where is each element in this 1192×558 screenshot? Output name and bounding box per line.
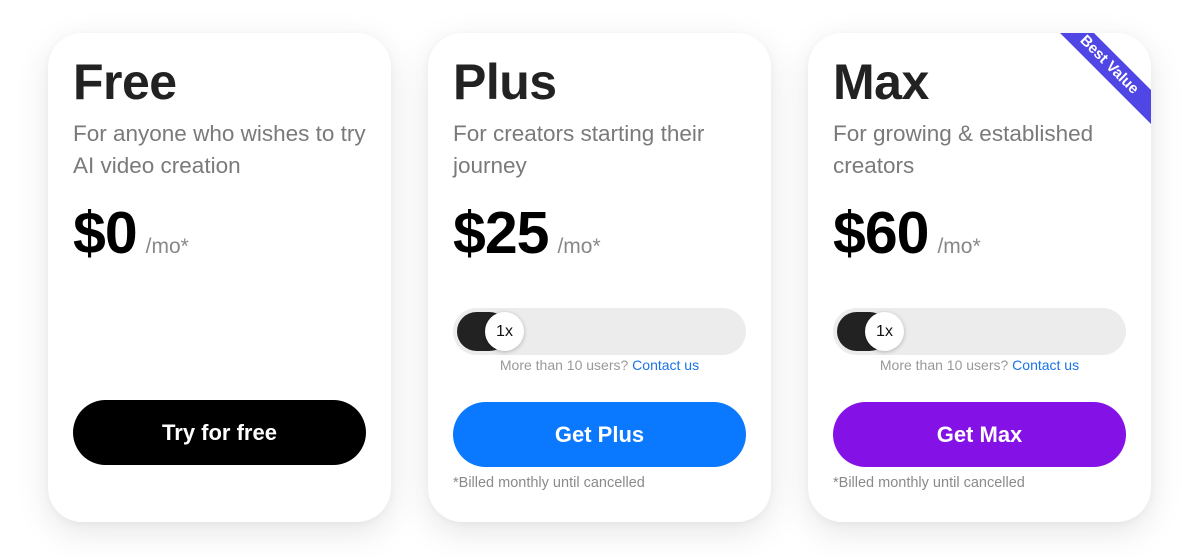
plan-price: $60 (833, 200, 929, 266)
contact-line: More than 10 users? Contact us (453, 357, 746, 373)
slider-handle[interactable]: 1x (865, 312, 904, 351)
contact-us-link[interactable]: Contact us (1012, 357, 1079, 373)
plan-card-max: Best Value Max For growing & established… (808, 33, 1151, 522)
price-row: $25 /mo* (453, 199, 601, 267)
seats-slider[interactable]: 1x (833, 308, 1126, 355)
plan-price: $0 (73, 200, 138, 266)
plan-title: Plus (453, 54, 557, 110)
price-row: $0 /mo* (73, 199, 189, 267)
get-max-button[interactable]: Get Max (833, 402, 1126, 467)
plan-card-plus: Plus For creators starting their journey… (428, 33, 771, 522)
plan-title: Max (833, 54, 929, 110)
contact-prefix: More than 10 users? (499, 357, 629, 373)
price-period: /mo* (557, 235, 601, 258)
billing-note: *Billed monthly until cancelled (453, 475, 645, 491)
plan-price: $25 (453, 200, 549, 266)
plan-description: For anyone who wishes to try AI video cr… (73, 121, 366, 178)
plan-description: For growing & established creators (833, 121, 1094, 178)
best-value-ribbon: Best Value (1043, 33, 1151, 131)
plan-title: Free (73, 54, 177, 110)
get-plus-button[interactable]: Get Plus (453, 402, 746, 467)
contact-prefix: More than 10 users? (879, 357, 1009, 373)
try-for-free-button[interactable]: Try for free (73, 400, 366, 465)
slider-handle[interactable]: 1x (485, 312, 524, 351)
contact-us-link[interactable]: Contact us (632, 357, 699, 373)
price-period: /mo* (145, 235, 189, 258)
billing-note: *Billed monthly until cancelled (833, 475, 1025, 491)
contact-line: More than 10 users? Contact us (833, 357, 1126, 373)
seats-slider[interactable]: 1x (453, 308, 746, 355)
price-period: /mo* (937, 235, 981, 258)
plan-card-free: Free For anyone who wishes to try AI vid… (48, 33, 391, 522)
price-row: $60 /mo* (833, 199, 981, 267)
plan-description: For creators starting their journey (453, 121, 705, 178)
